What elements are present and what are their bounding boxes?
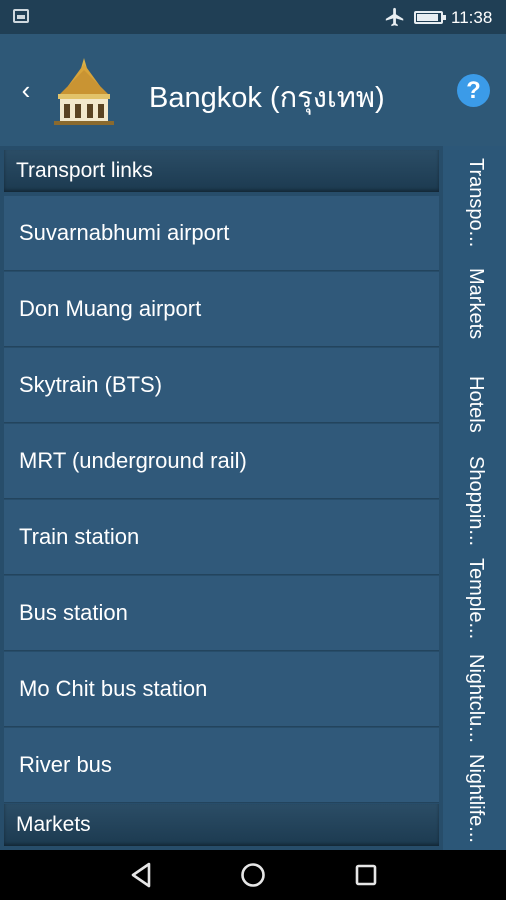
airplane-mode-icon bbox=[385, 7, 404, 27]
index-item-label: Temple... bbox=[465, 558, 487, 640]
list-item[interactable]: River bus bbox=[4, 728, 439, 803]
list-item-label: Bus station bbox=[19, 600, 128, 625]
temple-icon bbox=[54, 58, 114, 125]
content-area: Transport links Suvarnabhumi airport Don… bbox=[0, 146, 506, 850]
list-item-label: Skytrain (BTS) bbox=[19, 372, 163, 397]
page-title: Bangkok (กรุงเทพ) bbox=[149, 82, 385, 114]
index-item-label: Hotels bbox=[465, 376, 487, 433]
status-time: 11:38 bbox=[451, 8, 493, 27]
index-item-label: Nightlife... bbox=[465, 754, 487, 843]
list-item[interactable]: Bus station bbox=[4, 576, 439, 651]
home-circle-icon[interactable] bbox=[240, 862, 266, 888]
back-button[interactable]: ‹ bbox=[12, 72, 40, 108]
index-item-label: Markets bbox=[465, 268, 487, 340]
index-item-label: Shoppin... bbox=[465, 456, 487, 547]
section-header-label: Markets bbox=[16, 813, 91, 836]
list-item-label: MRT (underground rail) bbox=[19, 448, 247, 473]
list-item-label: River bus bbox=[19, 752, 112, 777]
recents-square-icon[interactable] bbox=[354, 863, 378, 887]
gallery-icon bbox=[13, 9, 29, 23]
list-item-label: Mo Chit bus station bbox=[19, 676, 208, 701]
index-item-label: Transpo... bbox=[465, 158, 487, 248]
list-item[interactable]: MRT (underground rail) bbox=[4, 424, 439, 499]
list-item-label: Suvarnabhumi airport bbox=[19, 220, 230, 245]
battery-icon bbox=[414, 11, 446, 24]
list-item-label: Train station bbox=[19, 524, 140, 549]
section-header-markets: Markets bbox=[4, 804, 439, 846]
section-index-bar[interactable]: Transpo... Markets Hotels Shoppin... Tem… bbox=[443, 146, 506, 850]
help-button[interactable]: ? bbox=[457, 74, 490, 107]
back-triangle-icon[interactable] bbox=[128, 862, 154, 888]
status-bar: 11:38 bbox=[0, 0, 506, 34]
list-item-label: Don Muang airport bbox=[19, 296, 202, 321]
list-item[interactable]: Skytrain (BTS) bbox=[4, 348, 439, 423]
list-item[interactable]: Train station bbox=[4, 500, 439, 575]
category-list[interactable]: Transport links Suvarnabhumi airport Don… bbox=[4, 150, 439, 850]
system-nav-bar bbox=[0, 850, 506, 900]
section-header-label: Transport links bbox=[16, 159, 153, 182]
list-item[interactable]: Mo Chit bus station bbox=[4, 652, 439, 727]
section-header-transport: Transport links bbox=[4, 150, 439, 192]
list-item[interactable]: Don Muang airport bbox=[4, 272, 439, 347]
index-item-label: Nightclu... bbox=[465, 654, 487, 743]
list-item[interactable]: Suvarnabhumi airport bbox=[4, 196, 439, 271]
